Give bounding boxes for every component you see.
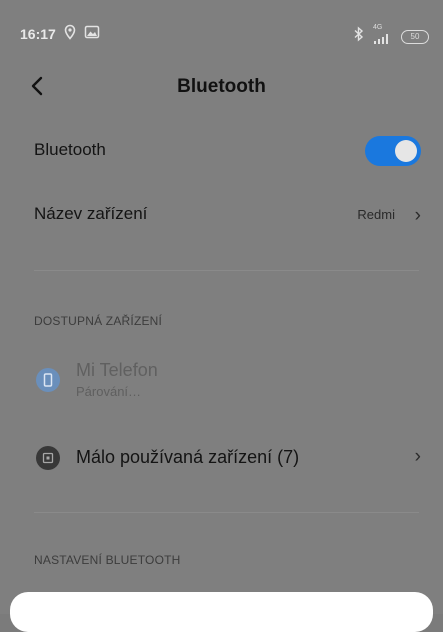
status-bar: 16:17 4G 50	[0, 0, 443, 66]
rarely-used-devices-row[interactable]: Málo používaná zařízení (7) ›	[0, 446, 443, 472]
bluetooth-settings-header: NASTAVENÍ BLUETOOTH	[34, 553, 181, 567]
page-title: Bluetooth	[177, 76, 266, 97]
battery-icon: 50	[401, 29, 429, 44]
status-right-group: 4G 50	[353, 24, 429, 49]
device-row-mi-telefon[interactable]: Mi Telefon Párování…	[0, 358, 443, 404]
bluetooth-toggle[interactable]	[365, 136, 421, 166]
device-name-label: Název zařízení	[34, 204, 148, 223]
available-devices-header: DOSTUPNÁ ZAŘÍZENÍ	[34, 314, 163, 328]
divider	[34, 512, 419, 513]
bluetooth-settings-screen: 16:17 4G 50 Bluetooth Bluetooth Název za…	[0, 0, 443, 632]
device-name-row[interactable]: Název zařízení Redmi ›	[0, 204, 443, 230]
signal-group: 4G	[373, 24, 393, 49]
network-type: 4G	[373, 24, 383, 31]
chevron-right-icon: ›	[414, 446, 421, 467]
device-icon	[36, 446, 60, 470]
device-name-value: Redmi	[357, 207, 395, 222]
device-name: Mi Telefon	[76, 360, 158, 380]
status-time: 16:17	[20, 26, 56, 42]
location-icon	[62, 24, 78, 45]
signal-icon	[373, 31, 393, 49]
bluetooth-label: Bluetooth	[34, 140, 106, 159]
bluetooth-icon	[353, 26, 365, 47]
toggle-knob	[395, 140, 417, 162]
app-header: Bluetooth	[0, 66, 443, 110]
bluetooth-toggle-row[interactable]: Bluetooth	[0, 136, 443, 166]
divider	[34, 270, 419, 271]
rarely-used-devices-label: Málo používaná zařízení (7)	[76, 447, 300, 467]
phone-icon	[36, 368, 60, 392]
bottom-sheet[interactable]	[10, 592, 433, 632]
chevron-right-icon: ›	[414, 205, 421, 226]
device-status: Párování…	[76, 384, 142, 399]
gallery-icon	[84, 24, 100, 45]
